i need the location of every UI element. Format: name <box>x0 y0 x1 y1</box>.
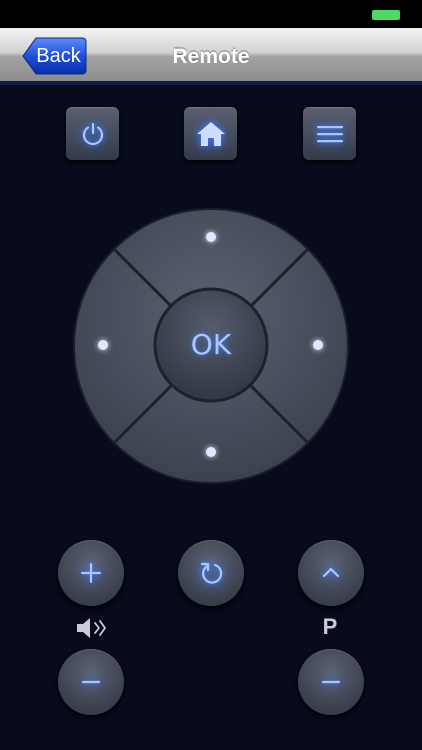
program-label: P <box>322 614 338 639</box>
program-down-button[interactable] <box>298 649 364 715</box>
status-bar <box>0 0 422 28</box>
menu-icon <box>316 125 343 142</box>
program-up-button[interactable] <box>298 540 364 606</box>
return-icon <box>200 562 223 584</box>
power-icon <box>82 122 103 145</box>
dpad-up-button[interactable] <box>161 208 261 288</box>
home-icon <box>196 121 225 146</box>
dpad-left-button[interactable] <box>73 296 153 396</box>
menu-button[interactable] <box>303 107 356 160</box>
dpad-down-button[interactable] <box>161 404 261 484</box>
plus-icon <box>81 563 101 583</box>
dpad: OK <box>73 208 349 484</box>
volume-down-button[interactable] <box>58 649 124 715</box>
volume-up-button[interactable] <box>58 540 124 606</box>
back-button-label: Back <box>36 45 81 67</box>
battery-icon <box>372 10 400 20</box>
ok-button[interactable]: OK <box>156 290 266 400</box>
speaker-icon <box>77 618 106 638</box>
return-button[interactable] <box>178 540 244 606</box>
power-button[interactable] <box>66 107 119 160</box>
chevron-up-icon <box>322 567 340 578</box>
navigation-bar: Remote Back <box>0 28 422 85</box>
minus-icon <box>322 680 340 684</box>
back-button[interactable]: Back <box>22 37 87 75</box>
home-button[interactable] <box>184 107 237 160</box>
minus-icon <box>82 680 100 684</box>
dpad-right-button[interactable] <box>269 296 349 396</box>
